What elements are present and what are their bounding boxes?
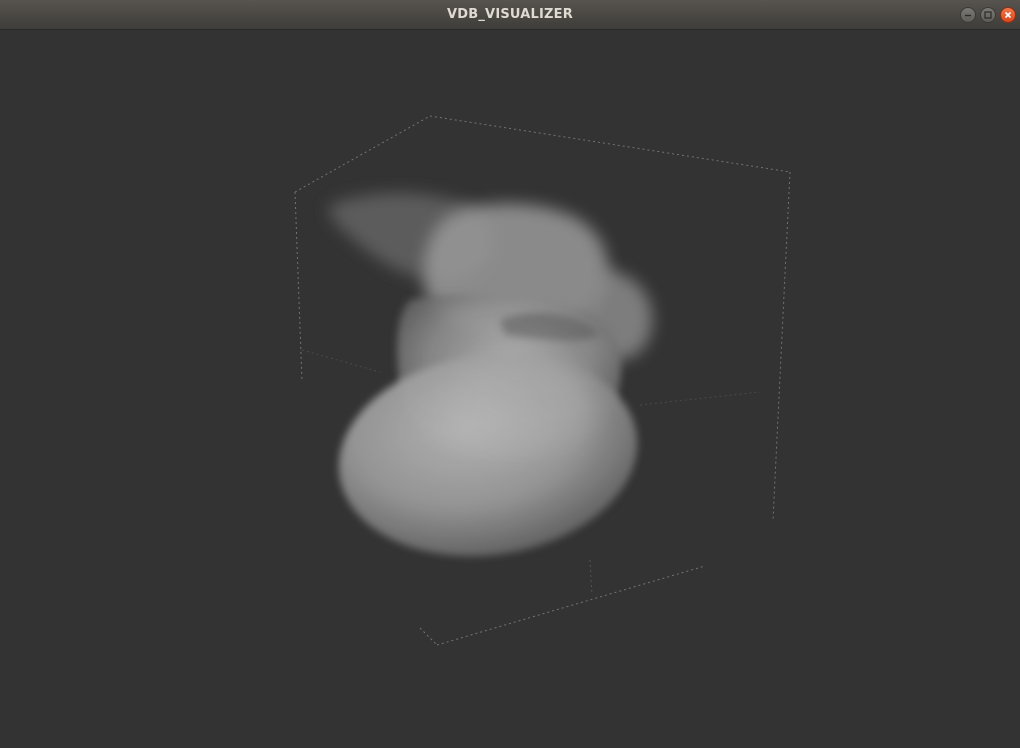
title-bar[interactable]: VDB_VISUALIZER bbox=[0, 0, 1020, 30]
app-window: VDB_VISUALIZER bbox=[0, 0, 1020, 748]
bbox-edge bbox=[294, 191, 303, 383]
bbox-edge bbox=[419, 627, 438, 646]
bbox-edge bbox=[294, 115, 431, 193]
bbox-edge bbox=[301, 349, 381, 373]
maximize-icon bbox=[984, 11, 992, 19]
minimize-button[interactable] bbox=[960, 7, 976, 23]
close-button[interactable] bbox=[1000, 7, 1016, 23]
bbox-edge bbox=[772, 171, 791, 521]
window-title: VDB_VISUALIZER bbox=[447, 7, 573, 22]
bbox-edge bbox=[639, 391, 761, 406]
window-controls bbox=[960, 7, 1016, 23]
close-icon bbox=[1004, 11, 1012, 19]
bbox-edge bbox=[436, 565, 706, 646]
maximize-button[interactable] bbox=[980, 7, 996, 23]
render-viewport[interactable] bbox=[0, 30, 1020, 748]
volume-render bbox=[294, 115, 791, 646]
bbox-edge bbox=[429, 115, 791, 173]
volume-density bbox=[329, 192, 653, 557]
minimize-icon bbox=[965, 14, 971, 17]
bbox-edge bbox=[589, 559, 593, 596]
